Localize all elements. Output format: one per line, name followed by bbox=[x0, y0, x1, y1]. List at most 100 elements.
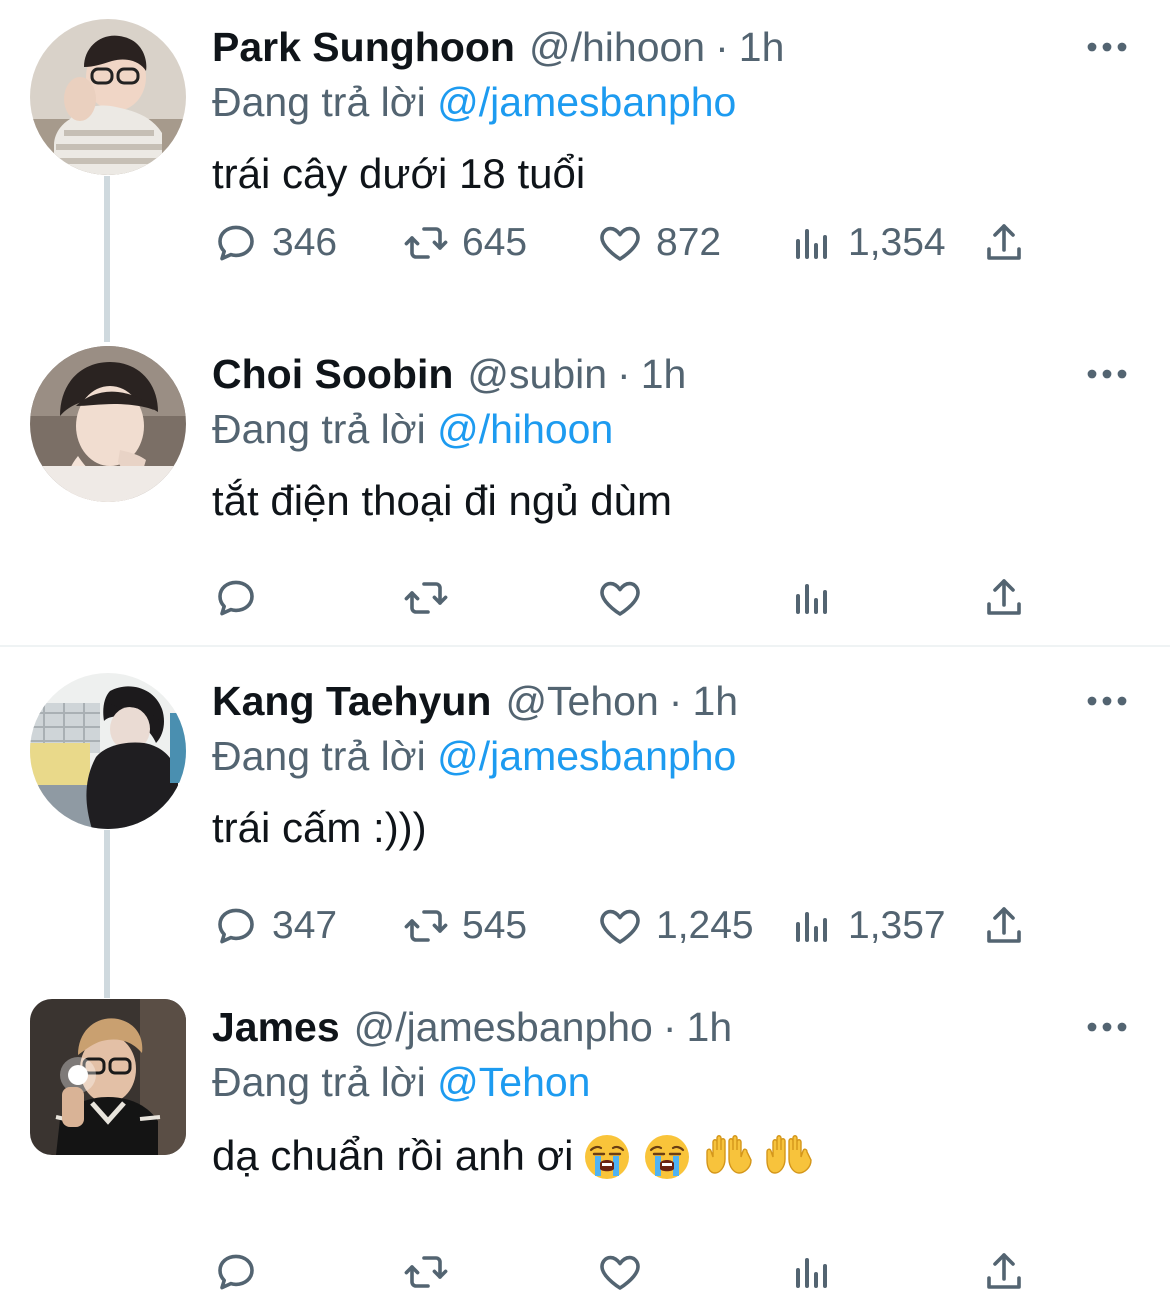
retweet-count: 545 bbox=[462, 904, 528, 947]
raising-hands-emoji bbox=[701, 1130, 753, 1182]
share-icon bbox=[980, 219, 1028, 267]
author-handle[interactable]: @/jamesbanpho bbox=[354, 1004, 653, 1051]
share-button[interactable] bbox=[980, 1248, 1028, 1296]
replying-to: Đang trả lời @/jamesbanpho bbox=[212, 79, 736, 126]
author-name[interactable]: James bbox=[212, 1004, 340, 1051]
reply-button[interactable]: 346 bbox=[212, 219, 337, 267]
heart-icon bbox=[596, 1248, 644, 1296]
tweet-text: trái cây dưới 18 tuổi bbox=[212, 150, 586, 197]
views-button[interactable]: 1,354 bbox=[788, 219, 946, 267]
retweet-count: 645 bbox=[462, 221, 528, 264]
heart-icon bbox=[596, 902, 644, 950]
replying-to-mention[interactable]: @/jamesbanpho bbox=[437, 79, 736, 125]
reply-button[interactable] bbox=[212, 1248, 272, 1296]
author-name[interactable]: Park Sunghoon bbox=[212, 24, 515, 71]
author-name[interactable]: Kang Taehyun bbox=[212, 678, 491, 725]
retweet-button[interactable] bbox=[402, 574, 462, 622]
reply-icon bbox=[212, 902, 260, 950]
replying-to-label: Đang trả lời bbox=[212, 733, 426, 779]
heart-icon bbox=[596, 219, 644, 267]
timestamp[interactable]: 1h bbox=[687, 1004, 733, 1051]
replying-to-label: Đang trả lời bbox=[212, 1059, 426, 1105]
avatar[interactable] bbox=[30, 999, 186, 1155]
tweet-text: tắt điện thoại đi ngủ dùm bbox=[212, 477, 672, 524]
loudly-crying-face-emoji bbox=[581, 1130, 633, 1182]
timestamp[interactable]: 1h bbox=[641, 351, 687, 398]
like-button[interactable]: 1,245 bbox=[596, 902, 754, 950]
replying-to-mention[interactable]: @/hihoon bbox=[437, 406, 613, 452]
share-icon bbox=[980, 574, 1028, 622]
replying-to: Đang trả lời @/hihoon bbox=[212, 406, 613, 453]
avatar[interactable] bbox=[30, 346, 186, 502]
views-button[interactable] bbox=[788, 574, 848, 622]
more-options-icon[interactable] bbox=[1086, 693, 1128, 709]
separator-dot: · bbox=[617, 350, 631, 397]
tweet-text: dạ chuẩn rồi anh ơi bbox=[212, 1130, 813, 1182]
like-button[interactable]: 872 bbox=[596, 219, 721, 267]
author-handle[interactable]: @Tehon bbox=[505, 678, 658, 725]
author-name[interactable]: Choi Soobin bbox=[212, 351, 453, 398]
separator-dot: · bbox=[668, 677, 683, 724]
retweet-button[interactable]: 645 bbox=[402, 219, 527, 267]
more-options-icon[interactable] bbox=[1086, 1019, 1128, 1035]
reply-icon bbox=[212, 219, 260, 267]
views-icon bbox=[788, 902, 836, 950]
tweet[interactable]: Kang Taehyun @Tehon · 1h Đang trả lời @/… bbox=[0, 673, 1170, 973]
reply-icon bbox=[212, 574, 260, 622]
replying-to-label: Đang trả lời bbox=[212, 79, 426, 125]
author-handle[interactable]: @subin bbox=[467, 351, 607, 398]
share-icon bbox=[980, 1248, 1028, 1296]
share-button[interactable] bbox=[980, 574, 1028, 622]
timestamp[interactable]: 1h bbox=[739, 24, 785, 71]
replying-to-mention[interactable]: @/jamesbanpho bbox=[437, 733, 736, 779]
tweet[interactable]: Choi Soobin @subin · 1h Đang trả lời @/h… bbox=[0, 346, 1170, 636]
heart-icon bbox=[596, 574, 644, 622]
share-button[interactable] bbox=[980, 219, 1028, 267]
reply-button[interactable]: 347 bbox=[212, 902, 337, 950]
author-handle[interactable]: @/hihoon bbox=[529, 24, 705, 71]
share-button[interactable] bbox=[980, 902, 1028, 950]
views-button[interactable]: 1,357 bbox=[788, 902, 946, 950]
action-bar bbox=[212, 574, 1042, 622]
views-icon bbox=[788, 1248, 836, 1296]
view-count: 1,357 bbox=[848, 904, 946, 947]
replying-to: Đang trả lời @/jamesbanpho bbox=[212, 733, 736, 780]
more-options-icon[interactable] bbox=[1086, 39, 1128, 55]
loudly-crying-face-emoji bbox=[641, 1130, 693, 1182]
retweet-icon bbox=[402, 1248, 450, 1296]
action-bar: 347 545 1,245 1,357 bbox=[212, 902, 1042, 950]
action-bar: 346 645 872 1,354 bbox=[212, 219, 1042, 267]
replying-to-label: Đang trả lời bbox=[212, 406, 426, 452]
reply-count: 347 bbox=[272, 904, 338, 947]
reply-count: 346 bbox=[272, 221, 338, 264]
separator-dot: · bbox=[715, 23, 729, 70]
retweet-button[interactable] bbox=[402, 1248, 462, 1296]
more-options-icon[interactable] bbox=[1086, 366, 1128, 382]
reply-button[interactable] bbox=[212, 574, 272, 622]
like-count: 872 bbox=[656, 221, 722, 264]
avatar[interactable] bbox=[30, 19, 186, 175]
tweet[interactable]: Park Sunghoon @/hihoon · 1h Đang trả lời… bbox=[0, 19, 1170, 319]
retweet-icon bbox=[402, 902, 450, 950]
tweet-text: trái cấm :))) bbox=[212, 804, 427, 851]
view-count: 1,354 bbox=[848, 221, 946, 264]
separator-dot: · bbox=[662, 1003, 677, 1050]
share-icon bbox=[980, 902, 1028, 950]
tweet[interactable]: James @/jamesbanpho · 1h Đang trả lời @T… bbox=[0, 999, 1170, 1299]
replying-to: Đang trả lời @Tehon bbox=[212, 1059, 591, 1106]
like-count: 1,245 bbox=[656, 904, 754, 947]
retweet-icon bbox=[402, 574, 450, 622]
like-button[interactable] bbox=[596, 574, 656, 622]
raising-hands-emoji bbox=[761, 1130, 813, 1182]
replying-to-mention[interactable]: @Tehon bbox=[437, 1059, 590, 1105]
views-icon bbox=[788, 574, 836, 622]
tweet-text-content: dạ chuẩn rồi anh ơi bbox=[212, 1132, 574, 1179]
retweet-icon bbox=[402, 219, 450, 267]
like-button[interactable] bbox=[596, 1248, 656, 1296]
timestamp[interactable]: 1h bbox=[692, 678, 738, 725]
avatar[interactable] bbox=[30, 673, 186, 829]
retweet-button[interactable]: 545 bbox=[402, 902, 527, 950]
reply-icon bbox=[212, 1248, 260, 1296]
views-button[interactable] bbox=[788, 1248, 848, 1296]
action-bar bbox=[212, 1248, 1042, 1296]
